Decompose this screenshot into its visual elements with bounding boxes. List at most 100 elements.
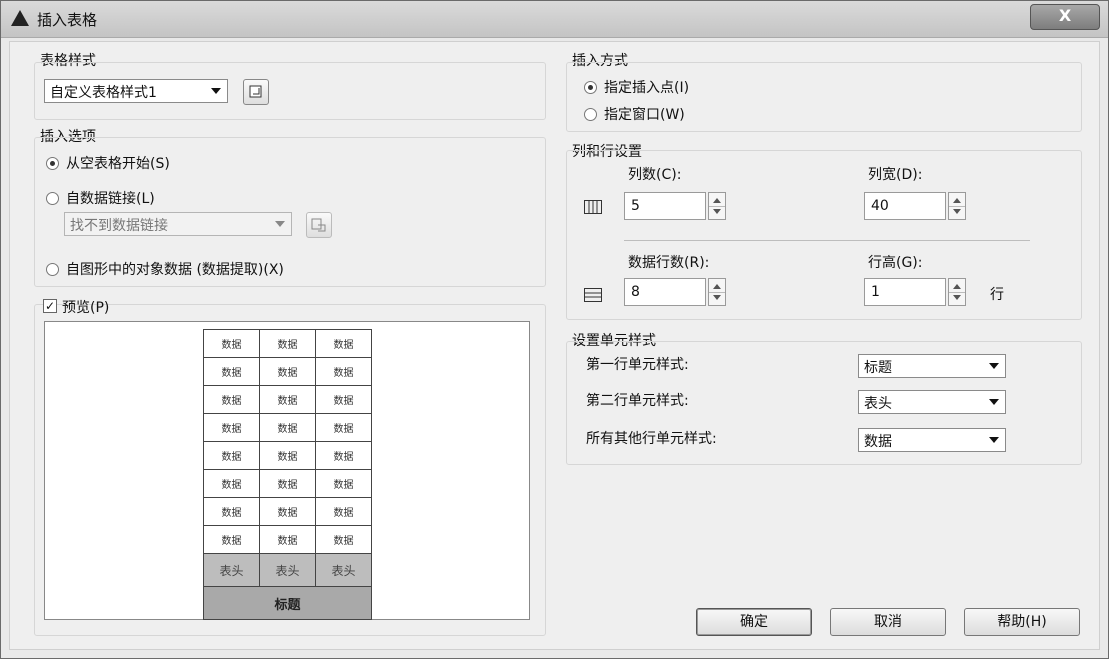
header-cell: 表头 <box>203 553 260 587</box>
table-row: 数据 数据 数据 <box>203 357 372 386</box>
close-button[interactable]: X <box>1030 4 1100 30</box>
data-cell: 数据 <box>203 441 260 470</box>
help-button[interactable]: 帮助(H) <box>964 608 1080 636</box>
preview-label[interactable]: 预览(P) <box>62 297 109 317</box>
title-bar[interactable]: 插入表格 X <box>1 1 1108 38</box>
data-cell: 数据 <box>259 385 316 414</box>
data-cell: 数据 <box>315 357 372 386</box>
data-cell: 数据 <box>259 329 316 358</box>
radio-insert-window-label[interactable]: 指定窗口(W) <box>604 104 685 124</box>
data-cell: 数据 <box>259 497 316 526</box>
table-row: 数据 数据 数据 <box>203 413 372 442</box>
radio-insert-point-label[interactable]: 指定插入点(I) <box>604 77 689 97</box>
datalink-manager-button[interactable] <box>306 212 332 238</box>
autocad-app-icon <box>11 10 29 26</box>
radio-from-datalink-label[interactable]: 自数据链接(L) <box>66 188 155 208</box>
second-row-style-combo[interactable]: 表头 <box>858 390 1006 414</box>
data-cell: 数据 <box>259 441 316 470</box>
title-cell: 标题 <box>203 586 372 620</box>
table-style-combo[interactable]: 自定义表格样式1 <box>44 79 228 103</box>
chevron-down-icon <box>989 399 999 405</box>
data-cell: 数据 <box>203 357 260 386</box>
second-row-style-label: 第二行单元样式: <box>586 393 689 409</box>
datalink-combo[interactable]: 找不到数据链接 <box>64 212 292 236</box>
data-cell: 数据 <box>315 329 372 358</box>
radio-from-extraction[interactable] <box>46 263 59 276</box>
header-cell: 表头 <box>315 553 372 587</box>
table-row: 数据 数据 数据 <box>203 441 372 470</box>
spin-up-icon[interactable] <box>713 284 721 289</box>
rowheight-input[interactable]: 1 <box>864 278 946 306</box>
dialog-body: 表格样式 自定义表格样式1 插入选项 从空表格开始(S) 自数据链接(L) 找不… <box>9 41 1100 650</box>
radio-insert-point[interactable] <box>584 81 597 94</box>
datalink-manager-icon <box>311 218 326 232</box>
data-cell: 数据 <box>259 525 316 554</box>
datarows-spin-buttons[interactable] <box>708 278 726 306</box>
data-cell: 数据 <box>259 413 316 442</box>
radio-from-extraction-label[interactable]: 自图形中的对象数据 (数据提取)(X) <box>66 259 284 279</box>
table-row: 数据 数据 数据 <box>203 329 372 358</box>
chevron-down-icon <box>275 221 285 227</box>
data-cell: 数据 <box>203 413 260 442</box>
colwidth-input[interactable]: 40 <box>864 192 946 220</box>
data-cell: 数据 <box>259 469 316 498</box>
rowheight-spin-buttons[interactable] <box>948 278 966 306</box>
columns-input[interactable]: 5 <box>624 192 706 220</box>
radio-insert-window[interactable] <box>584 108 597 121</box>
columns-value: 5 <box>631 198 640 214</box>
table-row: 数据 数据 数据 <box>203 385 372 414</box>
data-cell: 数据 <box>259 357 316 386</box>
data-cell: 数据 <box>315 385 372 414</box>
datarows-input[interactable]: 8 <box>624 278 706 306</box>
insert-table-dialog: 插入表格 X 表格样式 自定义表格样式1 插入选项 从空表格开始(S) 自数据链… <box>0 0 1109 659</box>
table-row: 数据 数据 数据 <box>203 469 372 498</box>
spin-down-icon[interactable] <box>713 295 721 300</box>
data-cell: 数据 <box>203 525 260 554</box>
window-title: 插入表格 <box>37 11 98 29</box>
columns-spin-buttons[interactable] <box>708 192 726 220</box>
spin-down-icon[interactable] <box>713 209 721 214</box>
data-cell: 数据 <box>315 413 372 442</box>
datarows-label: 数据行数(R): <box>628 255 710 271</box>
data-cell: 数据 <box>203 329 260 358</box>
columns-label: 列数(C): <box>628 167 682 183</box>
rows-icon <box>584 288 602 302</box>
first-row-style-value: 标题 <box>864 360 892 376</box>
datalink-value: 找不到数据链接 <box>70 218 168 234</box>
data-cell: 数据 <box>315 469 372 498</box>
data-cell: 数据 <box>203 497 260 526</box>
data-cell: 数据 <box>315 525 372 554</box>
spin-down-icon[interactable] <box>953 295 961 300</box>
columns-icon <box>584 200 602 214</box>
table-style-launch-button[interactable] <box>243 79 269 105</box>
colwidth-label: 列宽(D): <box>868 167 923 183</box>
cancel-button[interactable]: 取消 <box>830 608 946 636</box>
rowcol-divider <box>624 240 1030 241</box>
first-row-style-combo[interactable]: 标题 <box>858 354 1006 378</box>
other-rows-style-value: 数据 <box>864 434 892 450</box>
first-row-style-label: 第一行单元样式: <box>586 357 689 373</box>
spin-up-icon[interactable] <box>953 198 961 203</box>
rowheight-label: 行高(G): <box>868 255 923 271</box>
preview-checkbox[interactable]: ✓ <box>43 299 57 313</box>
chevron-down-icon <box>211 88 221 94</box>
colwidth-spin-buttons[interactable] <box>948 192 966 220</box>
radio-from-empty-label[interactable]: 从空表格开始(S) <box>66 153 170 173</box>
data-cell: 数据 <box>315 497 372 526</box>
spin-down-icon[interactable] <box>953 209 961 214</box>
radio-from-empty[interactable] <box>46 157 59 170</box>
chevron-down-icon <box>989 363 999 369</box>
ok-button[interactable]: 确定 <box>696 608 812 636</box>
data-cell: 数据 <box>203 385 260 414</box>
rowheight-value: 1 <box>871 284 880 300</box>
spin-up-icon[interactable] <box>953 284 961 289</box>
radio-from-datalink[interactable] <box>46 192 59 205</box>
table-row: 数据 数据 数据 <box>203 525 372 554</box>
header-cell: 表头 <box>259 553 316 587</box>
spin-up-icon[interactable] <box>713 198 721 203</box>
preview-pane: 数据 数据 数据 数据 数据 数据 数据 数据 数据 数据 数据 数据 数据 数据 数据 数据 数据数… <box>44 321 530 620</box>
rowheight-unit: 行 <box>990 287 1004 303</box>
other-rows-style-combo[interactable]: 数据 <box>858 428 1006 452</box>
table-style-dialog-icon <box>249 85 262 98</box>
table-style-value: 自定义表格样式1 <box>50 85 157 101</box>
